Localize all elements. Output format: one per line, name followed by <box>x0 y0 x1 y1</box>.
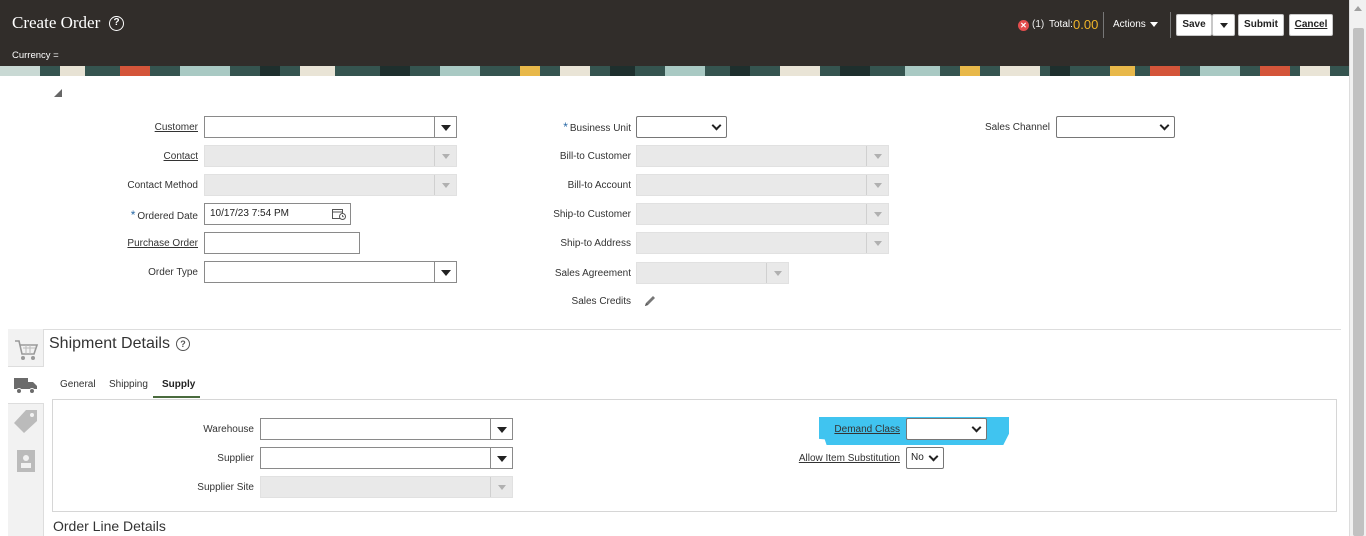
error-count[interactable]: (1) <box>1032 19 1044 30</box>
decorative-banner <box>0 66 1349 76</box>
demand-class-label: Demand Class <box>834 424 900 435</box>
purchase-order-label: Purchase Order <box>127 238 198 249</box>
tab-general[interactable]: General <box>60 379 96 390</box>
ordered-date-label: * Ordered Date <box>131 208 198 222</box>
help-icon[interactable]: ? <box>176 337 190 351</box>
supplier-input[interactable] <box>260 447 513 469</box>
tab-shipping[interactable]: Shipping <box>109 379 148 390</box>
ship-to-customer-input <box>636 203 889 225</box>
shopping-cart-icon[interactable] <box>12 335 40 363</box>
clipboard-person-icon[interactable] <box>12 447 40 475</box>
supplier-site-dropdown-icon <box>490 477 512 497</box>
required-icon: * <box>130 208 136 222</box>
ship-to-customer-label: Ship-to Customer <box>553 209 631 220</box>
create-order-page: Create Order ? Currency = ✕ (1) Total: 0… <box>0 0 1366 536</box>
warehouse-dropdown-icon[interactable] <box>490 419 512 439</box>
submit-button[interactable]: Submit <box>1238 14 1284 36</box>
ordered-date-input[interactable]: 10/17/23 7:54 PM <box>204 203 351 225</box>
header-divider <box>1103 12 1104 38</box>
contact-method-input <box>204 174 457 196</box>
required-icon: * <box>563 120 568 134</box>
sales-agreement-input <box>636 262 789 284</box>
order-type-input[interactable] <box>204 261 457 283</box>
chevron-down-icon <box>1220 23 1228 28</box>
shipment-details-title: Shipment Details <box>49 335 170 352</box>
supplier-dropdown-icon[interactable] <box>490 448 512 468</box>
allow-item-substitution-select[interactable]: No <box>906 447 944 469</box>
order-type-dropdown-icon[interactable] <box>434 262 456 282</box>
allow-item-substitution-label: Allow Item Substitution <box>798 453 900 464</box>
business-unit-label-text: Business Unit <box>569 123 631 134</box>
warehouse-input[interactable] <box>260 418 513 440</box>
order-line-details-title: Order Line Details <box>53 518 166 534</box>
actions-caret-icon[interactable] <box>1150 22 1158 27</box>
sales-agreement-dropdown-icon <box>766 263 788 283</box>
side-navigation <box>8 329 44 536</box>
customer-label: Customer <box>154 122 198 133</box>
sales-channel-select[interactable] <box>1056 116 1175 138</box>
ship-to-address-dropdown-icon <box>866 233 888 253</box>
price-tag-icon[interactable] <box>12 407 40 435</box>
purchase-order-input[interactable] <box>204 232 360 254</box>
selected-tab-indicator <box>153 396 200 398</box>
ordered-date-label-text: Ordered Date <box>137 211 198 222</box>
supplier-site-label: Supplier Site <box>197 482 254 493</box>
total-label: Total: <box>1049 19 1073 30</box>
total-value: 0.00 <box>1073 17 1099 32</box>
pencil-icon[interactable] <box>643 294 657 308</box>
sidenav-item-shipment[interactable] <box>8 366 44 404</box>
warehouse-label: Warehouse <box>203 424 254 435</box>
ordered-date-value: 10/17/23 7:54 PM <box>210 208 289 219</box>
bill-to-account-input <box>636 174 889 196</box>
bill-to-account-dropdown-icon <box>866 175 888 195</box>
business-unit-select[interactable] <box>636 116 727 138</box>
customer-input[interactable] <box>204 116 457 138</box>
section-divider <box>44 329 1341 330</box>
ship-to-address-input <box>636 232 889 254</box>
contact-dropdown-icon <box>434 146 456 166</box>
contact-label: Contact <box>163 151 198 162</box>
chevron-down-icon <box>971 422 982 433</box>
allow-item-substitution-value: No <box>911 452 924 463</box>
contact-method-dropdown-icon <box>434 175 456 195</box>
scrollbar-thumb[interactable] <box>1353 28 1364 536</box>
business-unit-label: * Business Unit <box>563 120 631 134</box>
save-button[interactable]: Save <box>1176 14 1212 36</box>
calendar-icon[interactable] <box>332 208 346 220</box>
ship-to-customer-dropdown-icon <box>866 204 888 224</box>
order-type-label: Order Type <box>148 267 198 278</box>
tab-supply[interactable]: Supply <box>162 379 195 390</box>
scroll-up-icon[interactable] <box>1354 6 1362 11</box>
collapse-triangle-icon[interactable] <box>54 89 62 97</box>
page-header: Create Order ? Currency = ✕ (1) Total: 0… <box>0 0 1349 66</box>
chevron-down-icon <box>1159 120 1170 131</box>
help-icon[interactable]: ? <box>109 16 124 31</box>
sales-agreement-label: Sales Agreement <box>554 268 631 279</box>
customer-dropdown-icon[interactable] <box>434 117 456 137</box>
cancel-button[interactable]: Cancel <box>1289 14 1333 36</box>
chevron-down-icon <box>711 120 722 131</box>
ship-to-address-label: Ship-to Address <box>560 238 631 249</box>
demand-class-select[interactable] <box>906 418 987 440</box>
sales-credits-label: Sales Credits <box>571 296 631 307</box>
bill-to-account-label: Bill-to Account <box>567 180 631 191</box>
currency-label: Currency = <box>12 50 59 61</box>
bill-to-customer-label: Bill-to Customer <box>559 151 631 162</box>
error-icon[interactable]: ✕ <box>1018 20 1029 31</box>
supplier-site-input <box>260 476 513 498</box>
actions-menu[interactable]: Actions <box>1113 19 1146 30</box>
truck-icon <box>14 378 37 394</box>
bill-to-customer-dropdown-icon <box>866 146 888 166</box>
header-divider <box>1170 12 1171 38</box>
page-title: Create Order <box>12 13 101 32</box>
save-dropdown-button[interactable] <box>1212 14 1235 36</box>
sales-channel-label: Sales Channel <box>984 122 1050 133</box>
bill-to-customer-input <box>636 145 889 167</box>
contact-input <box>204 145 457 167</box>
chevron-down-icon <box>928 451 939 462</box>
vertical-scrollbar[interactable] <box>1349 0 1366 536</box>
supplier-label: Supplier <box>217 453 254 464</box>
contact-method-label: Contact Method <box>127 180 198 191</box>
